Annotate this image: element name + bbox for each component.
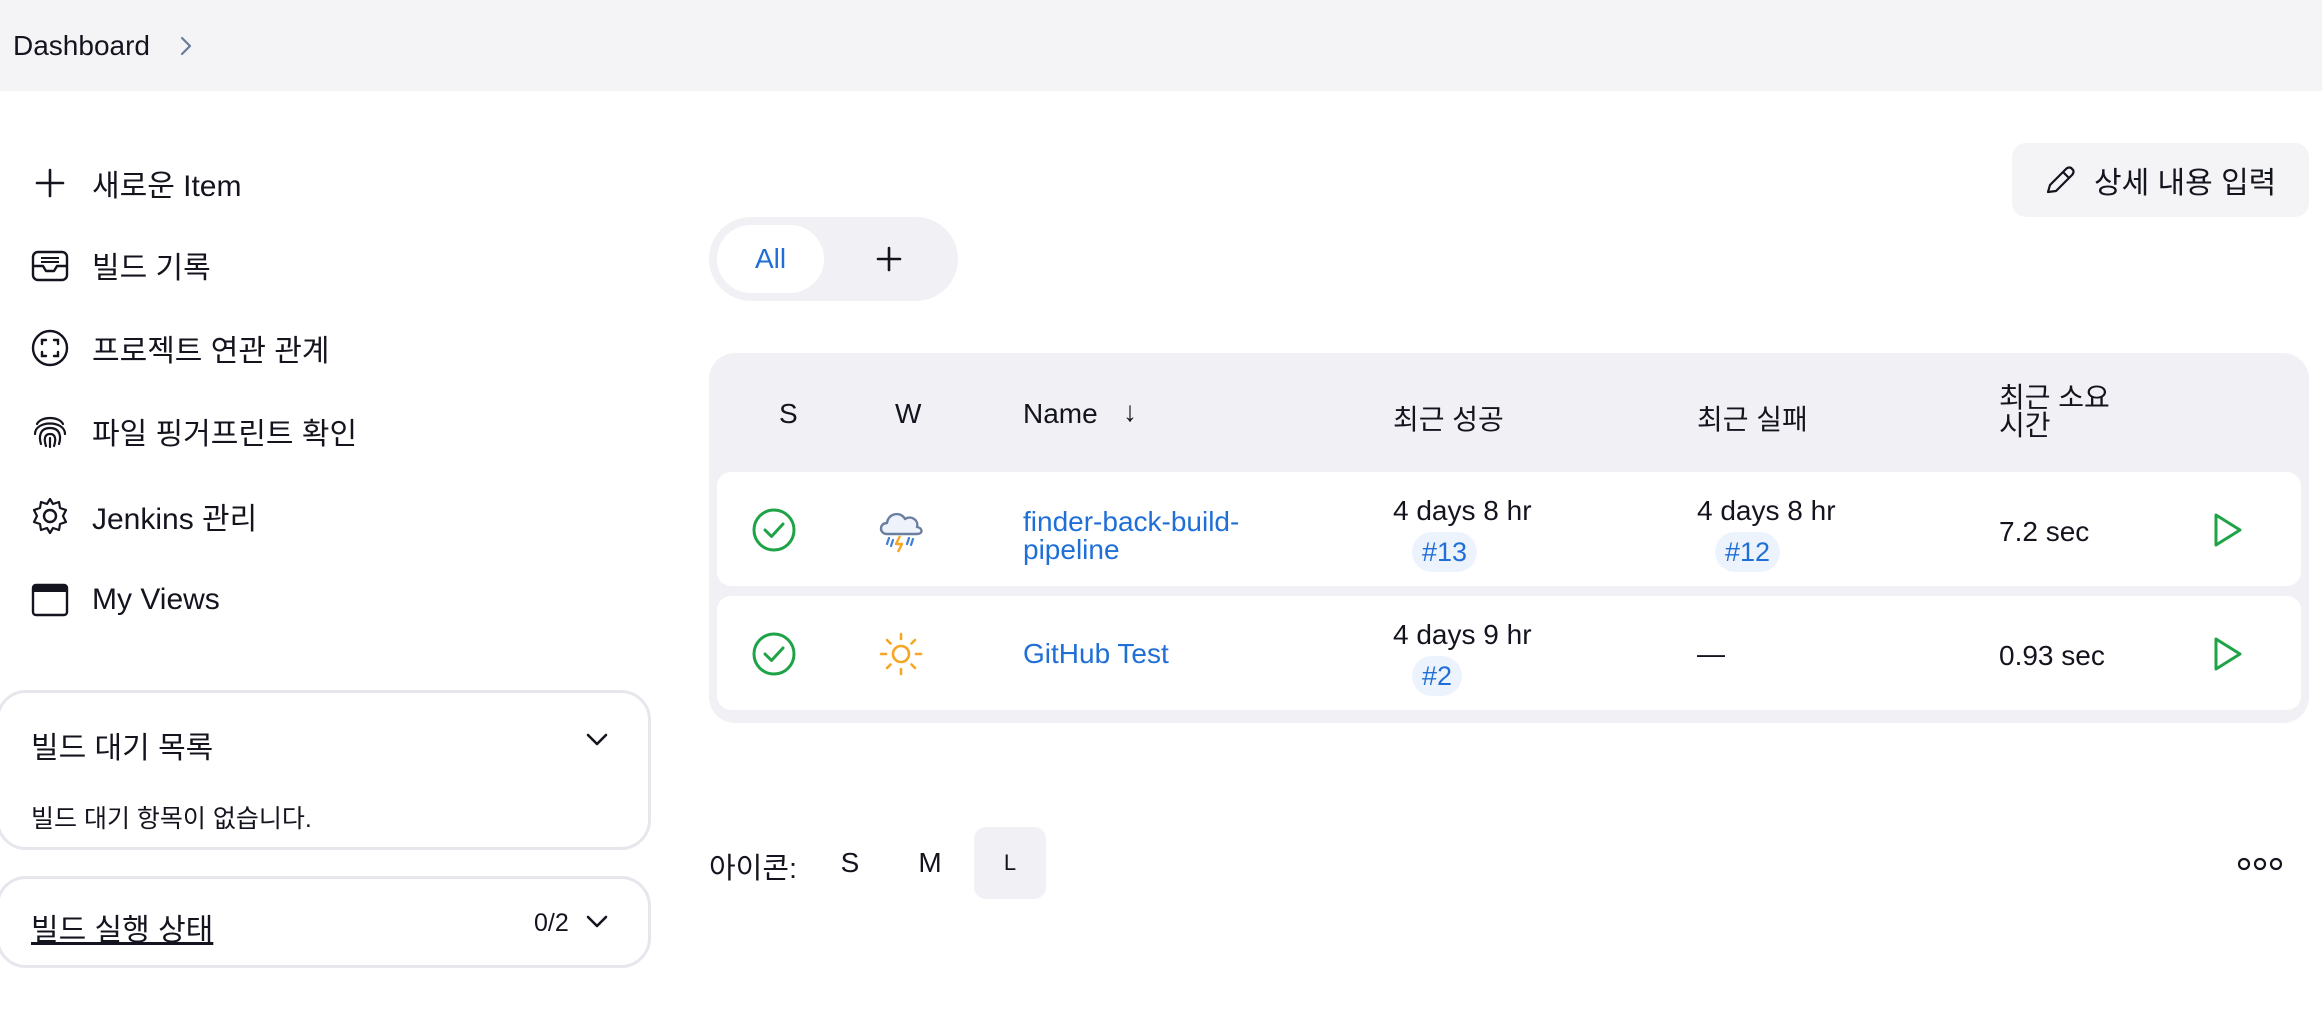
icon-size-m-button[interactable]: M — [894, 827, 966, 899]
last-failure-build-link[interactable]: #12 — [1715, 532, 1781, 572]
success-status-icon[interactable] — [751, 507, 797, 553]
header-name[interactable]: Name — [1023, 398, 1098, 430]
last-success-time: 4 days 8 hr — [1393, 495, 1532, 526]
last-duration: 7.2 sec — [1999, 516, 2090, 547]
tab-all[interactable]: All — [717, 225, 824, 293]
sort-arrow-icon[interactable]: ↓ — [1123, 396, 1137, 428]
icon-size-label: 아이콘: — [709, 853, 798, 885]
sidebar-item-new-item[interactable]: 새로운 Item — [28, 153, 241, 213]
sidebar-item-build-history[interactable]: 빌드 기록 — [28, 235, 211, 295]
last-duration: 0.93 sec — [1999, 640, 2105, 671]
plus-icon — [28, 161, 72, 205]
sidebar-item-fingerprint[interactable]: 파일 핑거프린트 확인 — [28, 401, 357, 461]
chevron-down-icon[interactable] — [582, 907, 612, 937]
sunny-weather-icon[interactable] — [877, 630, 925, 678]
thunderstorm-weather-icon[interactable] — [873, 502, 929, 558]
pencil-icon — [2046, 166, 2075, 194]
job-link[interactable]: GitHub Test — [1023, 640, 1169, 668]
breadcrumb-dashboard[interactable]: Dashboard — [13, 30, 150, 62]
chevron-down-icon[interactable] — [582, 725, 612, 755]
job-name-line2: pipeline — [1023, 534, 1120, 565]
last-failure-time: 4 days 8 hr — [1697, 495, 1836, 526]
edit-description-button[interactable]: 상세 내용 입력 — [2012, 143, 2309, 217]
table-row: finder-back-build- pipeline 4 days 8 hr … — [717, 472, 2301, 586]
icon-size-s-button[interactable]: S — [814, 827, 886, 899]
build-queue-empty-text: 빌드 대기 항목이 없습니다. — [31, 805, 312, 833]
sidebar-item-manage-jenkins[interactable]: Jenkins 관리 — [28, 486, 257, 546]
success-status-icon[interactable] — [751, 631, 797, 677]
job-name-line1: finder-back-build- — [1023, 506, 1240, 537]
last-failure-time: — — [1697, 638, 1725, 669]
more-options-icon[interactable] — [2236, 846, 2284, 882]
chevron-right-icon[interactable] — [176, 34, 196, 58]
inbox-icon — [28, 243, 72, 287]
job-link[interactable]: finder-back-build- pipeline — [1023, 508, 1239, 564]
icon-size-l-button[interactable]: L — [974, 827, 1046, 899]
sidebar-item-label: 빌드 기록 — [92, 252, 211, 285]
build-queue-title[interactable]: 빌드 대기 목록 — [31, 723, 213, 767]
plus-icon — [876, 246, 902, 272]
sidebar-item-label: Jenkins 관리 — [92, 503, 258, 536]
sidebar-item-label: 프로젝트 연관 관계 — [92, 335, 330, 368]
play-build-icon[interactable] — [2206, 510, 2246, 550]
header-last-duration-line2: 시간 — [1999, 410, 2051, 441]
header-last-success[interactable]: 최근 성공 — [1393, 398, 1504, 438]
executor-count: 0/2 — [534, 909, 569, 937]
fingerprint-icon — [28, 409, 72, 453]
last-success-time: 4 days 9 hr — [1393, 619, 1532, 650]
header-status[interactable]: S — [779, 398, 798, 430]
window-icon — [28, 578, 72, 622]
gear-icon — [28, 494, 72, 538]
build-queue-panel: 빌드 대기 목록 빌드 대기 항목이 없습니다. — [0, 690, 651, 850]
sidebar-item-label: My Views — [92, 583, 220, 616]
header-weather[interactable]: W — [895, 398, 921, 430]
sidebar-item-label: 파일 핑거프린트 확인 — [92, 418, 358, 451]
sidebar-item-my-views[interactable]: My Views — [28, 570, 220, 630]
relationship-icon — [28, 326, 72, 370]
table-row: GitHub Test 4 days 9 hr #2 — 0.93 sec — [717, 596, 2301, 710]
last-success-build-link[interactable]: #2 — [1412, 656, 1463, 696]
sidebar-item-project-relationship[interactable]: 프로젝트 연관 관계 — [28, 318, 329, 378]
edit-description-label: 상세 내용 입력 — [2094, 167, 2277, 200]
last-success-build-link[interactable]: #13 — [1412, 532, 1478, 572]
sidebar-item-label: 새로운 Item — [92, 170, 242, 203]
header-last-duration-line1: 최근 소요 — [1999, 382, 2110, 413]
executor-status-panel: 빌드 실행 상태 0/2 — [0, 876, 651, 968]
executor-status-title[interactable]: 빌드 실행 상태 — [31, 905, 213, 949]
header-last-failure[interactable]: 최근 실패 — [1697, 398, 1808, 438]
header-last-duration[interactable]: 최근 소요 시간 — [1999, 384, 2110, 440]
projects-table: S W Name ↓ 최근 성공 최근 실패 최근 소요 시간 finder-b… — [709, 353, 2309, 723]
breadcrumb: Dashboard — [0, 0, 2322, 91]
play-build-icon[interactable] — [2206, 634, 2246, 674]
view-tabs: All — [709, 217, 958, 301]
add-view-button[interactable] — [865, 235, 913, 283]
